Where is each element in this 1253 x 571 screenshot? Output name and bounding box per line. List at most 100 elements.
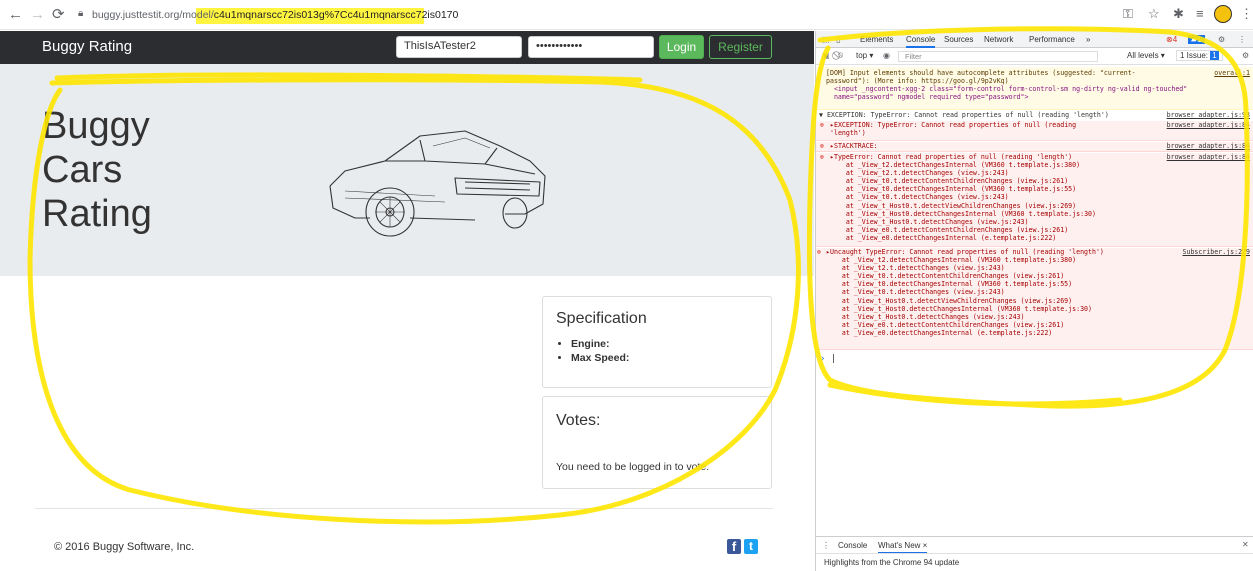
browser-toolbar: ← → ⟳ 🔒︎ buggy.justtestit.org/model/c4u1… (0, 0, 1253, 30)
stack-frame[interactable]: at _View_e0.t.detectContentChildrenChang… (826, 321, 1253, 329)
key-icon[interactable]: ⚿ (1123, 6, 1133, 22)
login-button[interactable]: Login (659, 35, 704, 59)
console-error-row[interactable]: ⊗ ▸STACKTRACE: browser adapter.js:84 (816, 142, 1253, 152)
warning-line: <input _ngcontent-xgg-2 class="form-cont… (826, 85, 1188, 94)
stack-frame[interactable]: at _View_t0.detectChangesInternal (VM360… (826, 280, 1253, 288)
block-icon: ⦸ (838, 50, 844, 59)
twitter-icon[interactable]: t (744, 539, 758, 554)
devtools-drawer: ⋮ Console What's New × ✕ Highlights from… (816, 536, 1253, 571)
back-icon[interactable]: ← (8, 6, 23, 24)
console-toolbar: ▣ ⃠ ⦸ top ▾ ◉ Filter All levels ▾ 1 Issu… (816, 48, 1253, 65)
stack-frame[interactable]: at _View_t2.t.detectChanges (view.js:243… (830, 169, 1253, 177)
error-source-link[interactable]: browser adapter.js:84 (1167, 142, 1250, 150)
tab-elements[interactable]: Elements (860, 35, 893, 44)
exception-header-text: ▼ EXCEPTION: TypeError: Cannot read prop… (819, 111, 1109, 119)
more-options-icon[interactable]: ⋮ (1238, 35, 1246, 44)
stack-frame[interactable]: at _View_t0.t.detectChanges (view.js:243… (830, 193, 1253, 201)
uncaught-source-link[interactable]: Subscriber.js:229 (1183, 248, 1251, 256)
stack-frame[interactable]: at _View_t2.detectChangesInternal (VM360… (826, 256, 1253, 264)
specification-panel: Specification Engine: Max Speed: (542, 296, 772, 388)
stack-frame[interactable]: at _View_t_Host0.t.detectChanges (view.j… (830, 218, 1253, 226)
error-icon: ⊗ (817, 248, 821, 256)
settings-icon[interactable]: ⚙ (1218, 35, 1225, 44)
console-filter-input[interactable]: Filter (898, 51, 1098, 62)
eye-icon[interactable]: ◉ (883, 51, 890, 60)
forward-icon[interactable]: → (30, 6, 45, 24)
jumbotron-title: Buggy Cars Rating (42, 104, 242, 236)
car-sketch-image (329, 130, 546, 237)
facebook-icon[interactable]: f (727, 539, 741, 554)
footer-divider (35, 508, 773, 509)
tab-network[interactable]: Network (984, 35, 1013, 44)
stack-frame[interactable]: at _View_t0.t.detectChanges (view.js:243… (826, 288, 1253, 296)
error-icon: ⊗ (820, 142, 824, 150)
device-toolbar-icon[interactable]: ▯ (836, 35, 840, 44)
brand-link[interactable]: Buggy Rating (42, 38, 132, 55)
warning-source-link[interactable]: overall:1 (1214, 69, 1250, 77)
tab-sources[interactable]: Sources (944, 35, 973, 44)
close-drawer-icon[interactable]: ✕ (1242, 540, 1249, 549)
stack-frame[interactable]: at _View_t_Host0.detectChangesInternal (… (826, 305, 1253, 313)
exception-header-source[interactable]: browser adapter.js:93 (1167, 111, 1250, 119)
message-count-badge[interactable]: ▰1 (1188, 35, 1205, 44)
console-output: [DOM] Input elements should have autocom… (816, 65, 1253, 525)
inspect-icon[interactable]: ⬚ (822, 35, 830, 44)
issues-button[interactable]: 1 Issue: 1 (1176, 50, 1223, 61)
drawer-menu-icon[interactable]: ⋮ (822, 541, 830, 550)
specification-list: Engine: Max Speed: (553, 337, 629, 365)
stack-frame[interactable]: at _View_e0.t.detectContentChildrenChang… (830, 226, 1253, 234)
title-line: Rating (42, 193, 152, 235)
error-count-badge[interactable]: ⊗4 (1166, 35, 1177, 44)
context-selector[interactable]: top ▾ (856, 51, 873, 60)
address-bar[interactable]: buggy.justtestit.org/model/c4u1mqnarscc7… (92, 9, 458, 21)
stack-frame[interactable]: at _View_t0.detectChangesInternal (VM360… (830, 185, 1253, 193)
uncaught-error-row[interactable]: ⊗ ▸Uncaught TypeError: Cannot read prope… (816, 248, 1253, 350)
votes-panel: Votes: You need to be logged in to vote. (542, 396, 772, 489)
error-source-link[interactable]: browser adapter.js:84 (1167, 153, 1250, 161)
register-button[interactable]: Register (709, 35, 772, 59)
console-error-row[interactable]: ⊗ ▸EXCEPTION: TypeError: Cannot read pro… (816, 121, 1253, 141)
title-line: Cars (42, 149, 123, 191)
stack-frame[interactable]: at _View_t2.t.detectChanges (view.js:243… (826, 264, 1253, 272)
specification-title: Specification (556, 310, 647, 327)
stack-frame[interactable]: at _View_t_Host0.t.detectViewChildrenCha… (826, 297, 1253, 305)
password-input[interactable]: •••••••••••• (528, 36, 654, 58)
stack-frame[interactable]: at _View_t0.t.detectContentChildrenChang… (826, 272, 1253, 280)
whats-new-message: Highlights from the Chrome 94 update (824, 558, 960, 567)
tab-more[interactable]: » (1086, 35, 1090, 44)
login-input[interactable]: ThisIsATester2 (396, 36, 522, 58)
url-host: buggy.justtestit.org/model/ (92, 9, 214, 21)
console-prompt[interactable]: › | (820, 355, 836, 364)
exception-group-header[interactable]: ▼ EXCEPTION: TypeError: Cannot read prop… (816, 111, 1253, 121)
warning-line: password"): (More info: https://goo.gl/9… (826, 77, 1009, 86)
stack-frame[interactable]: at _View_t0.t.detectContentChildrenChang… (830, 177, 1253, 185)
console-error-row[interactable]: ⊗ ▸TypeError: Cannot read properties of … (816, 153, 1253, 247)
error-source-link[interactable]: browser adapter.js:84 (1167, 121, 1250, 129)
issues-label: 1 Issue: (1180, 51, 1209, 60)
copyright-text: © 2016 Buggy Software, Inc. (54, 541, 195, 553)
reload-icon[interactable]: ⟳ (52, 6, 65, 24)
star-icon[interactable]: ☆ (1148, 6, 1160, 22)
lock-icon: 🔒︎ (78, 8, 84, 19)
profile-avatar[interactable] (1214, 5, 1232, 23)
error-icon: ⊗ (820, 121, 824, 129)
stack-frame[interactable]: at _View_t2.detectChangesInternal (VM360… (830, 161, 1253, 169)
spec-max-speed: Max Speed: (571, 351, 629, 365)
console-settings-icon[interactable]: ⚙ (1242, 51, 1249, 60)
menu-icon[interactable]: ⋮ (1240, 6, 1253, 22)
extensions-icon[interactable]: ✱ (1173, 6, 1184, 22)
stack-frame[interactable]: at _View_t_Host0.t.detectViewChildrenCha… (830, 202, 1253, 210)
sidebar-toggle-icon[interactable]: ▣ (822, 51, 830, 60)
stack-frame[interactable]: at _View_t_Host0.t.detectChanges (view.j… (826, 313, 1253, 321)
stack-frame[interactable]: at _View_e0.detectChangesInternal (e.tem… (830, 234, 1253, 242)
warning-line: [DOM] Input elements should have autocom… (826, 69, 1136, 77)
tab-performance[interactable]: Performance (1029, 35, 1075, 44)
error-count: 4 (1172, 35, 1178, 44)
devtools-panel: ⬚ ▯ Elements Console Sources Network Per… (815, 31, 1253, 571)
stack-frame[interactable]: at _View_e0.detectChangesInternal (e.tem… (826, 329, 1253, 337)
queue-icon[interactable]: ≡ (1196, 6, 1204, 21)
stack-frame[interactable]: at _View_t_Host0.detectChangesInternal (… (830, 210, 1253, 218)
log-levels-select[interactable]: All levels ▾ (1127, 51, 1165, 60)
drawer-tab-console[interactable]: Console (838, 541, 867, 550)
tab-console[interactable]: Console (906, 35, 936, 48)
